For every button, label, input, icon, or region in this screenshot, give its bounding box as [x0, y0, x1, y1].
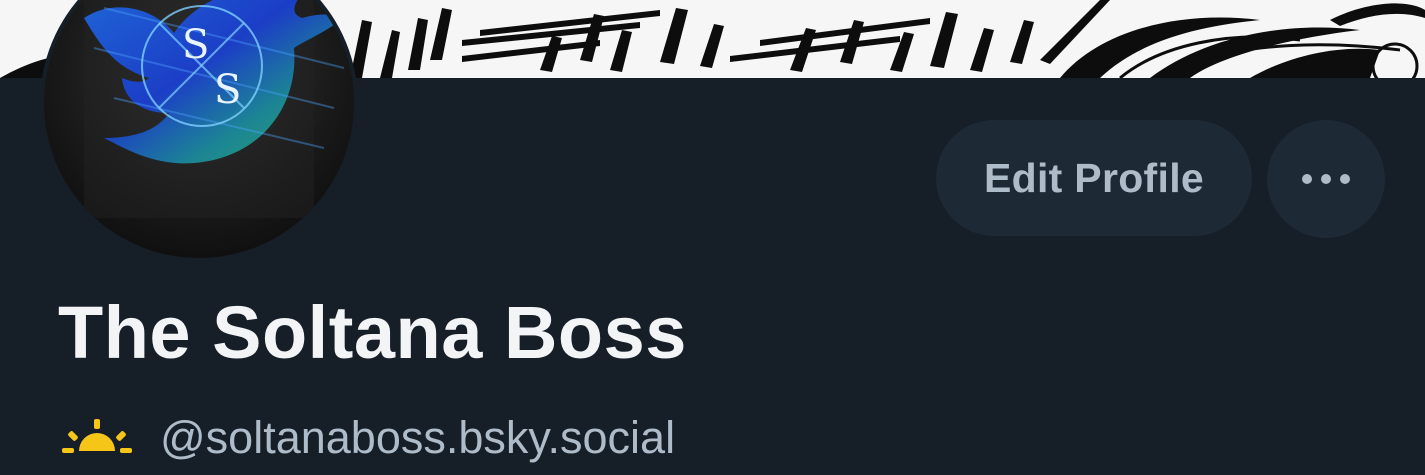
more-options-button[interactable] [1267, 120, 1385, 238]
display-name: The Soltana Boss [58, 291, 687, 374]
avatar-monogram-1: S [182, 22, 209, 68]
profile-avatar[interactable]: S S [40, 0, 358, 262]
avatar-image: S S [44, 0, 354, 258]
edit-profile-button[interactable]: Edit Profile [936, 120, 1252, 236]
profile-header: S S Edit Profile The Soltana Boss @solta… [0, 0, 1425, 475]
avatar-bird-logo: S S [84, 0, 345, 218]
avatar-monogram-2: S [214, 67, 241, 113]
profile-actions: Edit Profile [936, 120, 1385, 238]
ellipsis-icon [1302, 174, 1350, 184]
handle-text[interactable]: @soltanaboss.bsky.social [160, 412, 675, 464]
handle-row: @soltanaboss.bsky.social [62, 410, 675, 466]
sunrise-icon [62, 419, 132, 453]
